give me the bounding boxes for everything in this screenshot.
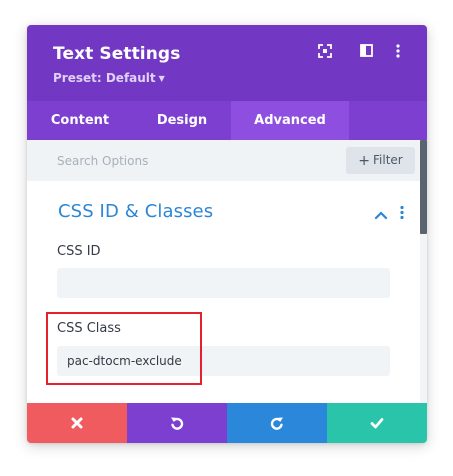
preset-label: Preset: Default xyxy=(53,71,156,85)
css-id-field[interactable] xyxy=(57,268,390,298)
css-id-label: CSS ID xyxy=(57,244,101,259)
save-button[interactable] xyxy=(327,403,427,443)
modal-footer xyxy=(27,403,427,443)
undo-button[interactable] xyxy=(127,403,227,443)
section-menu-icon[interactable] xyxy=(399,205,405,220)
tab-advanced[interactable]: Advanced xyxy=(231,101,349,140)
search-bar: +Filter xyxy=(27,140,427,181)
expand-icon[interactable] xyxy=(318,44,334,60)
highlight-box xyxy=(46,312,202,385)
caret-down-icon: ▼ xyxy=(158,74,165,83)
close-icon xyxy=(71,417,83,429)
settings-tabs: Content Design Advanced xyxy=(27,101,427,140)
modal-header: Text Settings Preset: Default ▼ xyxy=(27,25,427,101)
search-options-input[interactable] xyxy=(45,146,335,175)
filter-label: Filter xyxy=(373,153,403,167)
undo-icon xyxy=(171,417,184,430)
cancel-button[interactable] xyxy=(27,403,127,443)
redo-icon xyxy=(270,417,283,430)
settings-modal: Text Settings Preset: Default ▼ Content … xyxy=(27,25,427,443)
split-layout-icon[interactable] xyxy=(360,44,376,60)
redo-button[interactable] xyxy=(227,403,327,443)
modal-title: Text Settings xyxy=(53,44,181,64)
preset-selector[interactable]: Preset: Default ▼ xyxy=(53,71,165,85)
chevron-up-icon[interactable] xyxy=(374,206,388,220)
check-icon xyxy=(370,418,384,429)
scrollbar-thumb[interactable] xyxy=(420,140,427,234)
plus-icon: + xyxy=(358,153,370,169)
tab-content[interactable]: Content xyxy=(27,101,133,140)
section-title[interactable]: CSS ID & Classes xyxy=(58,201,213,222)
filter-button[interactable]: + Filter xyxy=(346,147,415,174)
tab-design[interactable]: Design xyxy=(133,101,231,140)
more-vertical-icon[interactable] xyxy=(395,44,411,60)
